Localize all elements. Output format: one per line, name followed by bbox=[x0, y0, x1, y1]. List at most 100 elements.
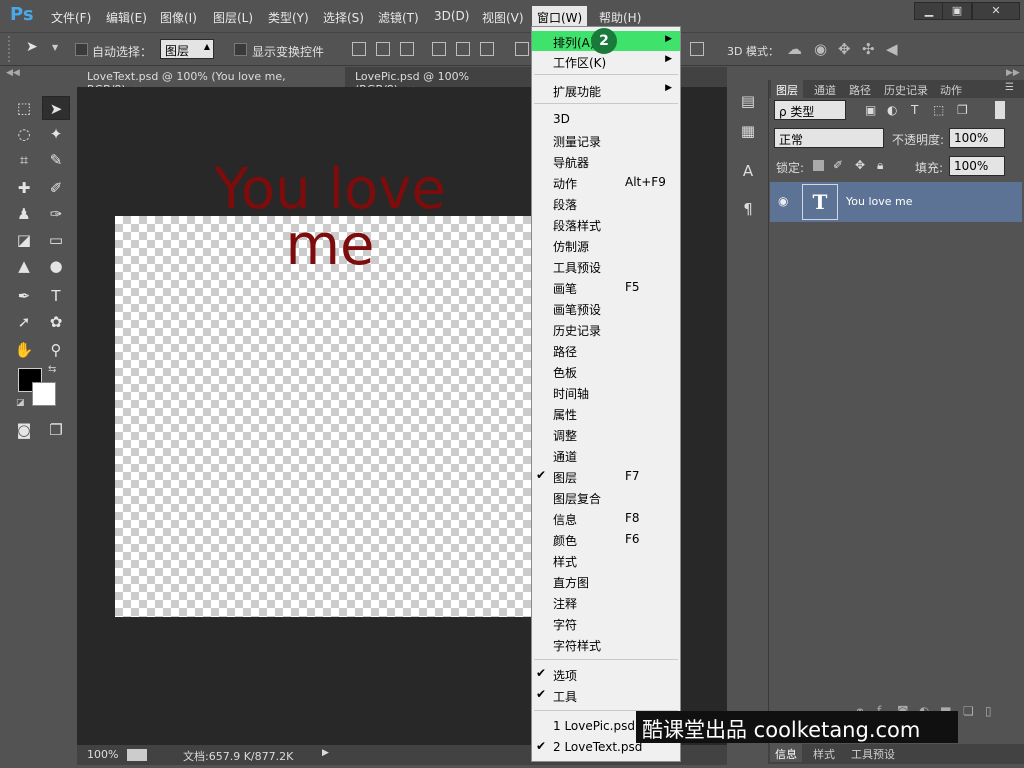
blur-tool-icon[interactable]: ▲ bbox=[10, 254, 38, 278]
tab-info[interactable]: 信息 bbox=[770, 744, 802, 762]
align-vcenter-icon[interactable] bbox=[376, 42, 390, 56]
align-hcenter-icon[interactable] bbox=[456, 42, 470, 56]
opacity-field[interactable]: 100% bbox=[949, 128, 1005, 148]
restore-button[interactable]: ▣ bbox=[942, 2, 972, 20]
align-top-icon[interactable] bbox=[352, 42, 366, 56]
tab-layers[interactable]: 图层 bbox=[771, 80, 803, 98]
filter-image-icon[interactable]: ▣ bbox=[865, 103, 876, 117]
default-colors-icon[interactable]: ◪ bbox=[16, 398, 25, 408]
magic-wand-tool-icon[interactable]: ✦ bbox=[42, 122, 70, 146]
fill-field[interactable]: 100% bbox=[949, 156, 1005, 176]
lock-brush-icon[interactable]: ✐ bbox=[833, 158, 843, 172]
dodge-tool-icon[interactable]: ● bbox=[42, 254, 70, 278]
menu-item[interactable]: ✔ 工具 bbox=[532, 685, 680, 705]
slide-3d-icon[interactable]: ✣ bbox=[862, 40, 875, 58]
filter-kind-dropdown[interactable]: ρ 类型 bbox=[774, 100, 846, 120]
lock-all-icon[interactable]: 🔒︎ bbox=[877, 158, 883, 173]
menu-item[interactable]: 字符 bbox=[532, 613, 680, 633]
background-color-swatch[interactable] bbox=[32, 382, 56, 406]
menu-view[interactable]: 视图(V) bbox=[482, 9, 524, 26]
minimize-button[interactable]: ▁ bbox=[914, 2, 944, 20]
menu-item[interactable]: 调整 bbox=[532, 424, 680, 444]
menu-item[interactable]: 工具预设 bbox=[532, 256, 680, 276]
eyedropper-tool-icon[interactable]: ✎ bbox=[42, 148, 70, 172]
marquee-tool-icon[interactable]: ⬚ bbox=[10, 96, 38, 120]
menu-item[interactable]: 注释 bbox=[532, 592, 680, 612]
menu-item[interactable]: 历史记录 bbox=[532, 319, 680, 339]
panel-collapse-icon[interactable]: ▶▶ bbox=[1006, 68, 1020, 78]
filter-shape-icon[interactable]: ⬚ bbox=[933, 103, 944, 117]
rotate-3d-icon[interactable]: ☁ bbox=[787, 40, 802, 58]
filter-smart-object-icon[interactable]: ❐ bbox=[957, 103, 968, 117]
pen-tool-icon[interactable]: ✒ bbox=[10, 284, 38, 308]
tab-styles[interactable]: 样式 bbox=[808, 744, 840, 762]
menu-item[interactable]: ✔ 选项 bbox=[532, 664, 680, 684]
align-left-icon[interactable] bbox=[432, 42, 446, 56]
menu-item[interactable]: 路径 bbox=[532, 340, 680, 360]
history-brush-tool-icon[interactable]: ✑ bbox=[42, 202, 70, 226]
menu-file[interactable]: 文件(F) bbox=[51, 9, 91, 26]
menu-item[interactable]: 画笔预设 bbox=[532, 298, 680, 318]
eraser-tool-icon[interactable]: ◪ bbox=[10, 228, 38, 252]
path-selection-tool-icon[interactable]: ➚ bbox=[10, 310, 38, 334]
brush-tool-icon[interactable]: ✐ bbox=[42, 176, 70, 200]
screen-mode-icon[interactable]: ❐ bbox=[42, 418, 70, 442]
delete-layer-icon[interactable]: ▯ bbox=[985, 704, 992, 718]
custom-shape-tool-icon[interactable]: ✿ bbox=[42, 310, 70, 334]
menu-item[interactable]: 字符样式 bbox=[532, 634, 680, 654]
quick-mask-icon[interactable]: ◙ bbox=[10, 418, 38, 442]
close-button[interactable]: ✕ bbox=[972, 2, 1020, 20]
panel-menu-icon[interactable]: ☰ bbox=[1005, 82, 1014, 93]
tab-history[interactable]: 历史记录 bbox=[879, 80, 933, 98]
menu-select[interactable]: 选择(S) bbox=[323, 9, 364, 26]
menu-image[interactable]: 图像(I) bbox=[160, 9, 197, 26]
filter-type-icon[interactable]: T bbox=[911, 103, 918, 117]
properties-panel-icon[interactable]: ▦ bbox=[735, 122, 761, 144]
filter-toggle-icon[interactable] bbox=[995, 101, 1005, 119]
menu-item[interactable]: 属性 bbox=[532, 403, 680, 423]
new-layer-icon[interactable]: ❏ bbox=[963, 704, 974, 718]
show-transform-checkbox[interactable] bbox=[234, 43, 247, 56]
tab-tool-presets[interactable]: 工具预设 bbox=[846, 744, 900, 762]
lock-transparent-icon[interactable] bbox=[813, 160, 824, 171]
eye-icon[interactable]: ◉ bbox=[778, 194, 788, 208]
menu-item[interactable]: 直方图 bbox=[532, 571, 680, 591]
menu-edit[interactable]: 编辑(E) bbox=[106, 9, 147, 26]
character-panel-icon[interactable]: A bbox=[735, 162, 761, 184]
history-panel-icon[interactable]: ▤ bbox=[735, 92, 761, 114]
lock-position-icon[interactable]: ✥ bbox=[855, 158, 865, 172]
menu-item[interactable]: 时间轴 bbox=[532, 382, 680, 402]
menu-item[interactable]: 图层复合 bbox=[532, 487, 680, 507]
move-tool-icon[interactable]: ➤ bbox=[42, 96, 70, 120]
tab-paths[interactable]: 路径 bbox=[844, 80, 876, 98]
lasso-tool-icon[interactable]: ◌ bbox=[10, 122, 38, 146]
tab-lovepic[interactable]: LovePic.psd @ 100%(RGB/8)× bbox=[345, 67, 531, 96]
auto-select-checkbox[interactable] bbox=[75, 43, 88, 56]
menu-3d[interactable]: 3D(D) bbox=[434, 9, 469, 23]
align-right-icon[interactable] bbox=[480, 42, 494, 56]
blend-mode-dropdown[interactable]: 正常 bbox=[774, 128, 884, 148]
menu-item[interactable]: 导航器 bbox=[532, 151, 680, 171]
menu-item[interactable]: 样式 bbox=[532, 550, 680, 570]
menu-item[interactable]: 颜色 F6 bbox=[532, 529, 680, 549]
menu-filter[interactable]: 滤镜(T) bbox=[378, 9, 419, 26]
menu-item[interactable]: 段落样式 bbox=[532, 214, 680, 234]
scale-3d-icon[interactable]: ◀ bbox=[886, 40, 898, 58]
clone-stamp-tool-icon[interactable]: ♟ bbox=[10, 202, 38, 226]
distribute-h-icon[interactable] bbox=[690, 42, 704, 56]
layer-name[interactable]: You love me bbox=[846, 195, 913, 208]
menu-item[interactable]: 段落 bbox=[532, 193, 680, 213]
menu-item[interactable]: 工作区(K) ▶ bbox=[532, 51, 680, 71]
hand-tool-icon[interactable]: ✋ bbox=[10, 338, 38, 362]
drag-3d-icon[interactable]: ✥ bbox=[838, 40, 851, 58]
chevron-down-icon[interactable]: ▼ bbox=[52, 43, 58, 52]
menu-item[interactable]: 动作 Alt+F9 bbox=[532, 172, 680, 192]
swap-colors-icon[interactable]: ⇆ bbox=[48, 364, 56, 375]
menu-item[interactable]: 通道 bbox=[532, 445, 680, 465]
tab-lovetext[interactable]: LoveText.psd @ 100% (You love me, RGB/8)… bbox=[77, 67, 345, 96]
layer-row[interactable]: ◉ T You love me bbox=[770, 182, 1022, 222]
distribute-icon[interactable] bbox=[515, 42, 529, 56]
menu-item[interactable]: 测量记录 bbox=[532, 130, 680, 150]
zoom-level[interactable]: 100% bbox=[87, 748, 118, 761]
menu-type[interactable]: 类型(Y) bbox=[268, 9, 309, 26]
